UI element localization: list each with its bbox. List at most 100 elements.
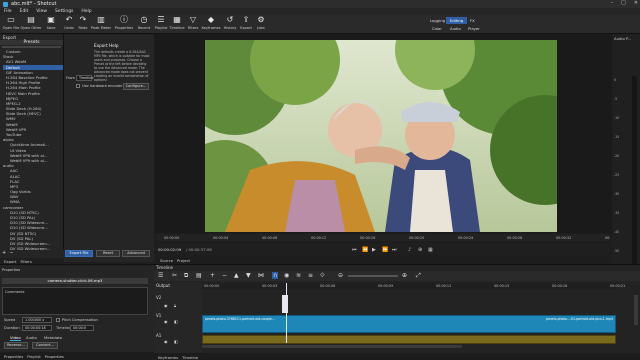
- remove-preset-icon[interactable]: −: [9, 250, 13, 256]
- tab-properties[interactable]: Properties: [4, 354, 23, 359]
- paste-icon[interactable]: ▤: [196, 272, 202, 279]
- export-help-title: Export Help: [94, 43, 119, 48]
- jobs-button[interactable]: ⚙ Jobs: [252, 16, 270, 31]
- layout-editing-button[interactable]: Editing: [446, 17, 468, 24]
- filters-button[interactable]: ▽ Filters: [184, 16, 202, 31]
- meter-tick-label: -35: [614, 211, 620, 215]
- maximize-icon[interactable]: □: [621, 0, 626, 6]
- v1-mute-icon[interactable]: ◉: [164, 319, 168, 324]
- skip-previous-icon[interactable]: ⏮: [352, 247, 357, 253]
- tab-metadata[interactable]: Metadata: [44, 335, 62, 340]
- playhead[interactable]: [286, 283, 287, 343]
- preset-list[interactable]: Custom Stock AV1 WebM Default GIF Animation H…: [0, 49, 63, 251]
- video-clip[interactable]: pexels-photo-3766111-portrait-old-couple…: [202, 315, 616, 333]
- zoom-slider[interactable]: [348, 275, 398, 277]
- v2-mute-icon[interactable]: ◉: [164, 303, 168, 308]
- preset-search-input[interactable]: [2, 46, 61, 48]
- export-file-button[interactable]: Export File: [65, 250, 93, 257]
- menu-view[interactable]: View: [36, 9, 47, 14]
- meter-tick-label: -20: [614, 154, 620, 158]
- convert-button[interactable]: Convert...: [32, 342, 58, 349]
- redo-button[interactable]: ↷ Redo: [74, 16, 92, 31]
- copy-icon[interactable]: ⧉: [184, 272, 188, 280]
- v1-lock-icon[interactable]: ◧: [174, 319, 178, 324]
- speed-input[interactable]: 1.000000 x: [22, 317, 52, 323]
- recent-button[interactable]: ◷ Recent: [135, 16, 153, 31]
- configure-button[interactable]: Configure...: [123, 83, 149, 90]
- a1-lock-icon[interactable]: ◧: [174, 339, 178, 344]
- add-preset-icon[interactable]: +: [2, 250, 6, 256]
- tab-source[interactable]: Source: [160, 258, 173, 263]
- tab-keyframes[interactable]: Keyframes: [158, 355, 178, 360]
- scrub-icon[interactable]: ◉: [284, 272, 289, 279]
- cut-icon[interactable]: ✂: [172, 272, 177, 279]
- ripple-markers-icon[interactable]: ⟐: [320, 272, 325, 280]
- tab-filters[interactable]: Filters: [20, 259, 31, 264]
- zoom-out-icon[interactable]: ⊖: [338, 272, 343, 279]
- tab-video[interactable]: Video: [10, 335, 21, 341]
- viewer-ruler[interactable]: 00:00:00 00:00:04 00:00:08 00:00:12 00:00:16…: [156, 234, 620, 241]
- duration-input[interactable]: 00:00:00:18: [22, 325, 52, 331]
- reverse-button[interactable]: Reverse...: [4, 342, 28, 349]
- open-other-button[interactable]: ▤ Open Other: [21, 16, 42, 31]
- menu-icon[interactable]: ☰: [158, 272, 163, 279]
- layout-fx-button[interactable]: FX: [466, 17, 479, 24]
- current-timecode[interactable]: 00:00:02:09: [158, 247, 181, 252]
- tab-project[interactable]: Project: [177, 258, 190, 263]
- properties-button[interactable]: ⓘ Properties: [115, 16, 133, 31]
- pitch-compensation-checkbox[interactable]: [56, 318, 60, 322]
- timeline-position-input[interactable]: 00:00:0: [70, 325, 94, 331]
- tab-properties-2[interactable]: Properties: [45, 354, 64, 359]
- zoom-icon[interactable]: ⊕: [418, 247, 422, 253]
- from-select[interactable]: Timeline: [76, 75, 93, 81]
- grid-icon[interactable]: ▦: [428, 247, 433, 253]
- zoom-fit-icon[interactable]: ⤢: [416, 272, 421, 280]
- tab-export[interactable]: Export: [4, 259, 16, 264]
- reset-button[interactable]: Reset: [96, 250, 120, 257]
- menu-file[interactable]: File: [4, 9, 12, 14]
- peak-meter-button[interactable]: ▥ Peak Meter: [91, 16, 111, 31]
- fast-forward-icon[interactable]: ⏩: [382, 247, 388, 253]
- menu-help[interactable]: Help: [81, 9, 91, 14]
- split-icon[interactable]: ⋈: [258, 272, 264, 279]
- tab-audio[interactable]: Audio: [26, 335, 37, 340]
- tab-playlist[interactable]: Playlist: [27, 354, 41, 359]
- volume-icon[interactable]: ♪: [408, 247, 411, 253]
- skip-next-icon[interactable]: ⏭: [392, 247, 397, 253]
- zoom-in-icon[interactable]: ⊕: [402, 272, 407, 279]
- rewind-icon[interactable]: ⏪: [362, 247, 368, 253]
- save-button[interactable]: ▣ Save: [42, 16, 60, 31]
- track-v1-label: V1: [156, 313, 162, 318]
- audio-clip[interactable]: [202, 335, 616, 344]
- hardware-encoder-checkbox[interactable]: [76, 84, 80, 88]
- overwrite-icon[interactable]: ▼: [246, 272, 251, 279]
- timeline-horizontal-scrollbar[interactable]: [202, 345, 462, 348]
- ripple-all-icon[interactable]: ≡: [308, 272, 313, 279]
- menu-settings[interactable]: Settings: [55, 9, 73, 14]
- timeline-ruler-label: 00:00:00: [204, 284, 220, 288]
- minimize-icon[interactable]: –: [611, 0, 614, 6]
- comments-field[interactable]: Comments: [2, 287, 148, 315]
- layout-player-button[interactable]: Player: [464, 25, 484, 32]
- timeline-vertical-scrollbar[interactable]: [634, 295, 638, 325]
- v2-clip[interactable]: [282, 295, 288, 313]
- timeline-ruler[interactable]: 00:00:00 00:00:03 00:00:06 00:00:09 00:00:12…: [202, 283, 625, 289]
- tab-timeline[interactable]: Timeline: [182, 355, 198, 360]
- hardware-encoder-row[interactable]: Use hardware encoder: [76, 84, 123, 88]
- menu-edit[interactable]: Edit: [20, 9, 29, 14]
- ripple-icon[interactable]: ≋: [296, 272, 301, 279]
- remove-icon[interactable]: −: [222, 272, 227, 279]
- viewer-ruler-label: 00:00:16: [360, 236, 375, 240]
- snap-icon[interactable]: ∩: [272, 272, 279, 279]
- layout-audio-button[interactable]: Audio: [446, 25, 465, 32]
- lift-icon[interactable]: ▲: [234, 272, 239, 279]
- layout-color-button[interactable]: Color: [428, 25, 446, 32]
- open-file-button[interactable]: ▭ Open File: [2, 16, 20, 31]
- append-icon[interactable]: +: [210, 272, 215, 279]
- v2-lock-icon[interactable]: 🔒︎: [174, 303, 176, 308]
- close-icon[interactable]: ✕: [634, 0, 638, 6]
- keyframes-button[interactable]: ◆ Keyframes: [201, 16, 220, 31]
- play-icon[interactable]: ▶: [372, 247, 376, 253]
- a1-mute-icon[interactable]: ◉: [164, 339, 168, 344]
- advanced-button[interactable]: Advanced: [122, 250, 150, 257]
